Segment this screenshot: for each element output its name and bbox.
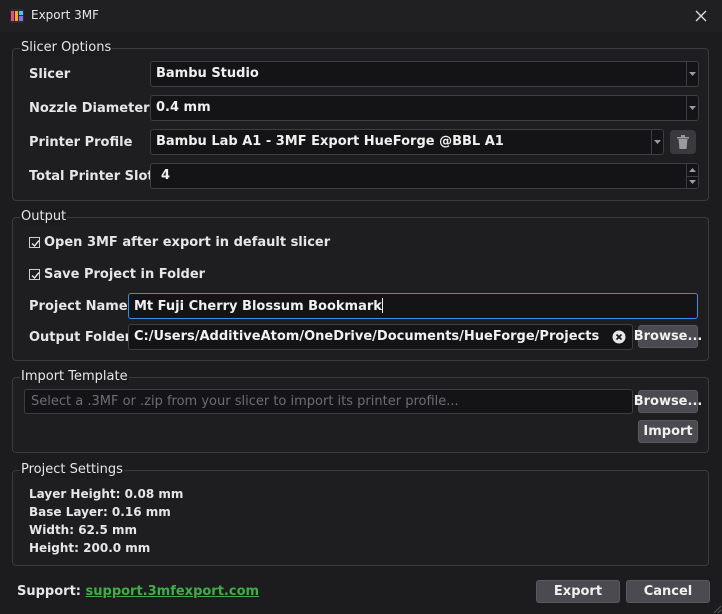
total-printer-slots-value: 4 bbox=[161, 168, 171, 183]
text-caret bbox=[381, 298, 383, 313]
total-printer-slots-label: Total Printer Slots bbox=[29, 169, 162, 184]
chevron-down-icon bbox=[654, 140, 661, 144]
window-title: Export 3MF bbox=[31, 8, 99, 22]
printer-profile-value: Bambu Lab A1 - 3MF Export HueForge @BBL … bbox=[156, 134, 504, 149]
support-link[interactable]: support.3mfexport.com bbox=[86, 584, 260, 599]
chevron-down-icon bbox=[689, 106, 696, 110]
template-path-input[interactable]: Select a .3MF or .zip from your slicer t… bbox=[24, 389, 633, 414]
checkmark-icon bbox=[31, 272, 40, 280]
spin-arrows[interactable] bbox=[686, 164, 698, 188]
project-name-value: Mt Fuji Cherry Blossum Bookmark bbox=[134, 299, 382, 314]
import-button[interactable]: Import bbox=[638, 420, 698, 443]
export-button[interactable]: Export bbox=[536, 580, 620, 603]
output-folder-label: Output Folder bbox=[29, 330, 132, 345]
layer-height-text: Layer Height: 0.08 mm bbox=[29, 487, 184, 501]
base-layer-text: Base Layer: 0.16 mm bbox=[29, 505, 171, 519]
open-after-export-checkbox[interactable] bbox=[29, 237, 40, 248]
output-folder-value: C:/Users/AdditiveAtom/OneDrive/Documents… bbox=[134, 329, 600, 344]
app-logo-icon bbox=[10, 9, 24, 23]
resize-grip-icon[interactable] bbox=[710, 602, 722, 614]
output-folder-input[interactable]: C:/Users/AdditiveAtom/OneDrive/Documents… bbox=[128, 324, 633, 350]
printer-profile-select[interactable]: Bambu Lab A1 - 3MF Export HueForge @BBL … bbox=[150, 129, 664, 155]
cancel-button[interactable]: Cancel bbox=[626, 580, 710, 603]
support-line: Support: support.3mfexport.com bbox=[17, 584, 259, 599]
project-settings-title: Project Settings bbox=[20, 461, 124, 478]
project-name-input[interactable]: Mt Fuji Cherry Blossum Bookmark bbox=[128, 293, 698, 319]
slicer-value: Bambu Studio bbox=[156, 66, 259, 81]
nozzle-diameter-select[interactable]: 0.4 mm bbox=[150, 95, 699, 121]
support-label: Support: bbox=[17, 584, 81, 599]
title-bar: Export 3MF bbox=[0, 0, 722, 32]
output-title: Output bbox=[20, 208, 68, 225]
close-icon[interactable] bbox=[690, 5, 712, 27]
slicer-select[interactable]: Bambu Studio bbox=[150, 61, 699, 87]
total-printer-slots-spinbox[interactable]: 4 bbox=[150, 163, 699, 189]
checkmark-icon bbox=[31, 240, 40, 248]
width-text: Width: 62.5 mm bbox=[29, 523, 137, 537]
save-project-checkbox[interactable] bbox=[29, 269, 40, 280]
project-settings-group: Project Settings Layer Height: 0.08 mm B… bbox=[12, 461, 709, 566]
slicer-label: Slicer bbox=[29, 67, 71, 82]
project-name-label: Project Name bbox=[29, 299, 128, 314]
clear-icon[interactable] bbox=[612, 330, 626, 344]
delete-profile-button[interactable] bbox=[670, 130, 696, 154]
output-browse-button[interactable]: Browse... bbox=[634, 325, 702, 348]
template-path-placeholder: Select a .3MF or .zip from your slicer t… bbox=[31, 394, 459, 409]
import-template-group: Import Template Select a .3MF or .zip fr… bbox=[12, 368, 709, 453]
nozzle-diameter-value: 0.4 mm bbox=[156, 100, 211, 115]
printer-profile-dropdown-arrow[interactable] bbox=[651, 130, 663, 154]
output-group: Output Open 3MF after export in default … bbox=[12, 208, 709, 361]
slicer-options-group: Slicer Options Slicer Bambu Studio Nozzl… bbox=[12, 39, 709, 201]
chevron-down-icon bbox=[689, 180, 696, 184]
save-project-label[interactable]: Save Project in Folder bbox=[44, 267, 205, 283]
height-text: Height: 200.0 mm bbox=[29, 541, 151, 555]
nozzle-diameter-label: Nozzle Diameter bbox=[29, 101, 150, 116]
slicer-options-title: Slicer Options bbox=[20, 39, 113, 56]
printer-profile-label: Printer Profile bbox=[29, 135, 133, 150]
open-after-export-label[interactable]: Open 3MF after export in default slicer bbox=[44, 235, 330, 251]
import-template-title: Import Template bbox=[20, 368, 129, 385]
chevron-down-icon bbox=[689, 72, 696, 76]
chevron-up-icon bbox=[689, 168, 696, 172]
slicer-dropdown-arrow[interactable] bbox=[686, 62, 698, 86]
template-browse-button[interactable]: Browse... bbox=[634, 390, 702, 413]
spin-down-button[interactable] bbox=[687, 176, 698, 188]
nozzle-dropdown-arrow[interactable] bbox=[686, 96, 698, 120]
trash-icon bbox=[677, 135, 689, 149]
